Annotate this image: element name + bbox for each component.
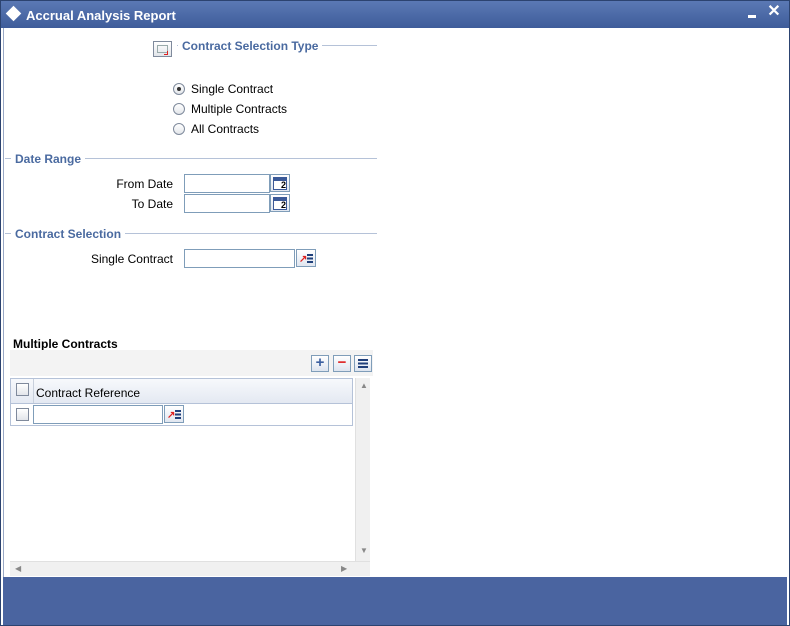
scroll-right-icon[interactable]: ▶ [341,564,347,573]
close-icon[interactable]: ✕ [766,4,782,20]
section-title-contract-selection: Contract Selection [11,227,126,241]
radio-single-contract[interactable]: Single Contract [173,82,273,96]
multiple-contracts-table: Contract Reference ↗ [10,378,353,426]
list-view-icon [358,359,368,368]
table-row: ↗ [11,404,352,425]
multiple-contracts-title: Multiple Contracts [13,337,118,351]
scroll-down-icon[interactable]: ▼ [360,546,368,555]
section-title-contract-selection-type: Contract Selection Type [178,39,323,53]
from-date-input[interactable] [184,174,270,193]
to-date-calendar-button[interactable]: 2 [270,194,290,212]
column-header-contract-reference: Contract Reference [36,386,141,400]
app-diamond-icon [5,5,22,22]
from-date-label: From Date [116,177,173,191]
single-contract-label: Single Contract [90,252,173,266]
add-row-button[interactable]: + [311,355,329,372]
single-view-button[interactable] [354,355,372,372]
title-bar: Accrual Analysis Report ✕ [1,1,789,28]
row-checkbox[interactable] [16,408,29,421]
radio-button[interactable] [173,123,185,135]
list-of-values-icon: ↗ [299,252,314,265]
contract-reference-lov-button[interactable]: ↗ [164,405,184,423]
minimize-icon[interactable] [746,7,760,21]
scroll-up-icon[interactable]: ▲ [360,381,368,390]
calendar-icon: 2 [273,177,287,190]
section-title-date-range: Date Range [11,152,86,166]
radio-label: All Contracts [191,122,260,136]
calendar-icon: 2 [273,197,287,210]
remove-row-button[interactable]: − [333,355,351,372]
radio-button[interactable] [173,83,185,95]
footer-bar [3,577,787,625]
report-window: Accrual Analysis Report ✕ Contract Selec… [0,0,790,626]
window-title: Accrual Analysis Report [26,8,176,23]
from-date-calendar-button[interactable]: 2 [270,174,290,192]
radio-label: Multiple Contracts [191,102,288,116]
to-date-input[interactable] [184,194,270,213]
radio-label: Single Contract [191,82,274,96]
form-body [3,28,787,577]
to-date-label: To Date [131,197,173,211]
contract-selection-type-toggle[interactable] [153,41,172,57]
scroll-left-icon[interactable]: ◀ [15,564,21,573]
table-header: Contract Reference [11,379,352,404]
horizontal-scrollbar[interactable]: ◀ ▶ [10,561,370,576]
contract-reference-input[interactable] [33,405,163,424]
vertical-scrollbar[interactable]: ▲ ▼ [355,378,370,561]
radio-button[interactable] [173,103,185,115]
select-all-checkbox[interactable] [16,383,29,396]
radio-multiple-contracts[interactable]: Multiple Contracts [173,102,287,116]
radio-all-contracts[interactable]: All Contracts [173,122,259,136]
single-contract-input[interactable] [184,249,295,268]
single-contract-lov-button[interactable]: ↗ [296,249,316,267]
list-of-values-icon: ↗ [167,408,182,421]
